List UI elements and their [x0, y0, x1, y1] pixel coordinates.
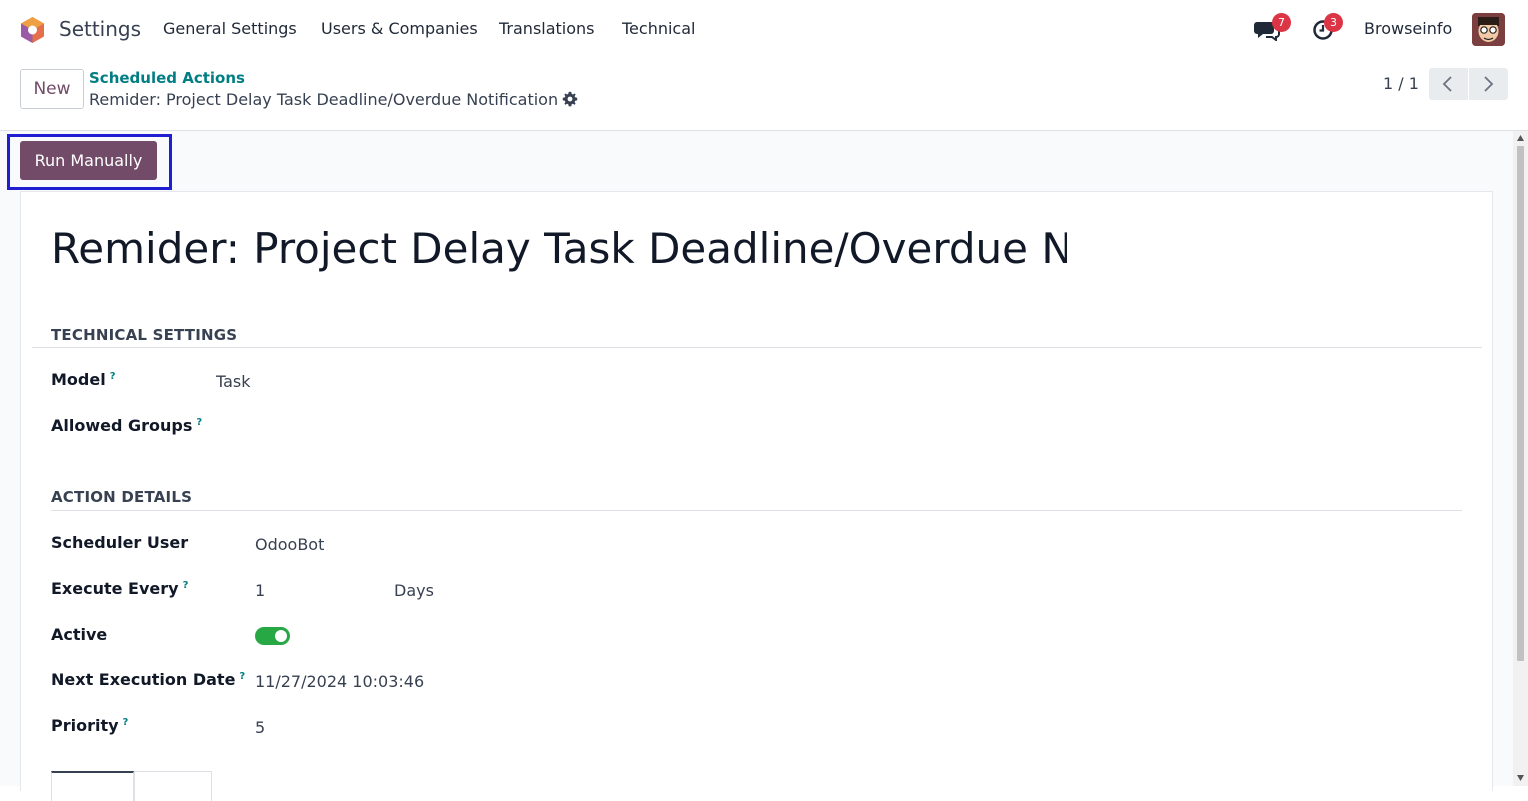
pager-next-button[interactable] [1469, 68, 1508, 100]
next-execution-help-icon[interactable]: ? [239, 671, 245, 682]
scrollbar-thumb[interactable] [1517, 146, 1524, 661]
active-label: Active [51, 625, 108, 644]
next-execution-date-value[interactable]: 11/27/2024 10:03:46 [255, 672, 424, 691]
gear-icon[interactable] [562, 91, 578, 107]
priority-help-icon[interactable]: ? [123, 717, 129, 728]
model-help-icon[interactable]: ? [110, 371, 116, 382]
active-toggle[interactable] [255, 627, 290, 645]
allowed-groups-help-icon[interactable]: ? [196, 417, 202, 428]
app-name[interactable]: Settings [59, 17, 141, 41]
execute-every-label: Execute Every? [51, 579, 189, 598]
pager-previous-button[interactable] [1429, 68, 1468, 100]
record-title-field[interactable]: Remider: Project Delay Task Deadline/Ove… [51, 224, 1067, 273]
model-value[interactable]: Task [216, 372, 251, 391]
action-details-title: ACTION DETAILS [51, 488, 193, 506]
section-divider [51, 510, 1462, 511]
messages-badge: 7 [1272, 13, 1291, 32]
new-button[interactable]: New [20, 69, 84, 109]
execute-every-help-icon[interactable]: ? [183, 580, 189, 591]
execute-every-number[interactable]: 1 [255, 581, 265, 600]
notebook-tab[interactable] [134, 771, 212, 801]
form-view: Run Manually Remider: Project Delay Task… [0, 131, 1528, 801]
menu-technical[interactable]: Technical [622, 19, 695, 38]
section-divider [32, 347, 1482, 348]
odoo-settings-logo-icon[interactable] [19, 16, 46, 44]
menu-translations[interactable]: Translations [499, 19, 595, 38]
chevron-left-icon [1442, 76, 1452, 92]
menu-general-settings[interactable]: General Settings [163, 19, 297, 38]
breadcrumb-scheduled-actions[interactable]: Scheduled Actions [89, 69, 245, 87]
allowed-groups-label: Allowed Groups? [51, 416, 203, 435]
priority-label: Priority? [51, 716, 129, 735]
activities-badge: 3 [1324, 13, 1343, 32]
menu-users-companies[interactable]: Users & Companies [321, 19, 478, 38]
user-menu-name[interactable]: Browseinfo [1364, 19, 1452, 38]
user-avatar[interactable] [1472, 13, 1505, 46]
scheduler-user-label: Scheduler User [51, 533, 189, 552]
control-panel: New Scheduled Actions Remider: Project D… [0, 58, 1528, 131]
scroll-up-arrow-icon[interactable] [1516, 134, 1525, 142]
vertical-scrollbar[interactable] [1513, 131, 1528, 786]
scroll-down-arrow-icon[interactable] [1516, 774, 1525, 782]
form-sheet: Remider: Project Delay Task Deadline/Ove… [20, 191, 1493, 801]
model-label: Model? [51, 370, 116, 389]
technical-settings-title: TECHNICAL SETTINGS [51, 326, 238, 344]
execute-every-unit[interactable]: Days [394, 581, 434, 600]
scheduler-user-value[interactable]: OdooBot [255, 535, 324, 554]
notebook-tab-active[interactable] [51, 771, 134, 801]
chevron-right-icon [1484, 76, 1494, 92]
priority-value[interactable]: 5 [255, 718, 265, 737]
run-manually-button[interactable]: Run Manually [20, 141, 157, 180]
breadcrumb-current-record: Remider: Project Delay Task Deadline/Ove… [89, 90, 559, 109]
top-navbar: Settings General Settings Users & Compan… [0, 0, 1528, 58]
pager-value[interactable]: 1 / 1 [1383, 74, 1419, 93]
next-execution-date-label: Next Execution Date? [51, 670, 246, 689]
